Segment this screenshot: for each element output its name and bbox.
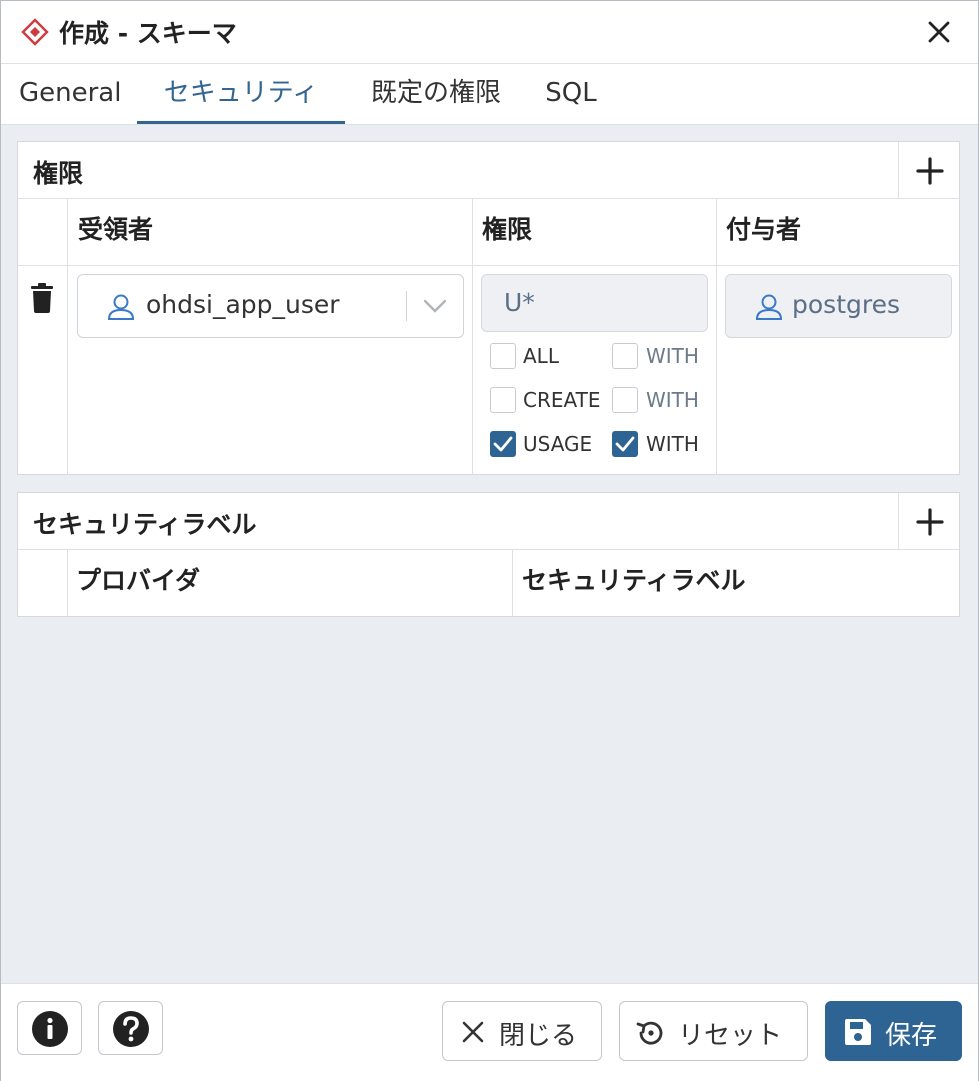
close-button-label: 閉じる [499,1021,578,1051]
reset-icon [634,1017,666,1053]
checkmark-icon [493,436,513,452]
privileges-panel-header: 権限 [18,142,959,199]
schema-diamond-icon [21,18,49,46]
add-privilege-button[interactable] [898,142,960,198]
checkbox-create-with-grant[interactable] [612,387,638,413]
add-security-label-button[interactable] [898,493,960,549]
checkbox-usage-with-grant[interactable] [612,431,638,457]
label-create-with-grant: WITH [646,388,699,412]
dialog-title: 作成 - スキーマ [59,19,237,48]
close-button[interactable]: 閉じる [442,1001,602,1061]
label-usage: USAGE [523,432,593,456]
info-button[interactable] [17,1001,82,1055]
create-schema-dialog: 作成 - スキーマ General セキュリティ 既定の権限 SQL 権限 受領… [0,0,979,1081]
tab-general[interactable]: General [19,64,121,122]
x-icon [461,1020,485,1048]
close-icon[interactable] [923,16,955,48]
user-icon [106,293,136,325]
column-grantor: 付与者 [726,215,802,244]
dialog-titlebar: 作成 - スキーマ [1,1,978,64]
checkmark-icon [615,436,635,452]
save-button[interactable]: 保存 [825,1001,962,1061]
save-button-label: 保存 [885,1021,938,1051]
help-button[interactable] [98,1001,163,1055]
dialog-footer: 閉じる リセット 保存 [1,983,978,1081]
grantor-field[interactable]: postgres [725,274,952,338]
floppy-disk-icon [843,1017,873,1051]
column-privileges: 権限 [482,215,533,244]
checkbox-all-with-grant[interactable] [612,343,638,369]
label-all-with-grant: WITH [646,344,699,368]
tab-bar: General セキュリティ 既定の権限 SQL [1,64,978,125]
reset-button[interactable]: リセット [619,1001,808,1061]
security-labels-panel-header: セキュリティラベル [18,493,959,550]
help-icon [112,1010,150,1052]
privileges-panel: 権限 受領者 権限 付与者 ohdsi_app_user U* ALL WITH… [17,141,960,475]
column-security-label: セキュリティラベル [522,566,746,595]
reset-button-label: リセット [678,1021,783,1051]
column-grantee: 受領者 [78,215,154,244]
security-labels-panel: セキュリティラベル プロバイダ セキュリティラベル [17,492,960,617]
privileges-field[interactable]: U* [481,274,708,332]
tab-default-privileges[interactable]: 既定の権限 [363,64,509,122]
grantee-select[interactable]: ohdsi_app_user [77,274,464,338]
checkbox-usage[interactable] [490,431,516,457]
privileges-panel-title: 権限 [33,159,84,188]
chevron-down-icon [422,297,448,319]
label-all: ALL [523,344,559,368]
checkbox-all[interactable] [490,343,516,369]
checkbox-create[interactable] [490,387,516,413]
label-create: CREATE [523,388,601,412]
security-labels-panel-title: セキュリティラベル [33,510,257,539]
info-icon [31,1010,69,1052]
user-icon [754,293,784,325]
grantor-value: postgres [792,290,900,319]
tab-sql[interactable]: SQL [541,64,601,122]
grantee-value: ohdsi_app_user [146,290,340,319]
tab-security[interactable]: セキュリティ [137,64,345,124]
privileges-value: U* [504,288,535,317]
label-usage-with-grant: WITH [646,432,699,456]
trash-icon[interactable] [30,283,54,317]
column-provider: プロバイダ [76,566,201,595]
